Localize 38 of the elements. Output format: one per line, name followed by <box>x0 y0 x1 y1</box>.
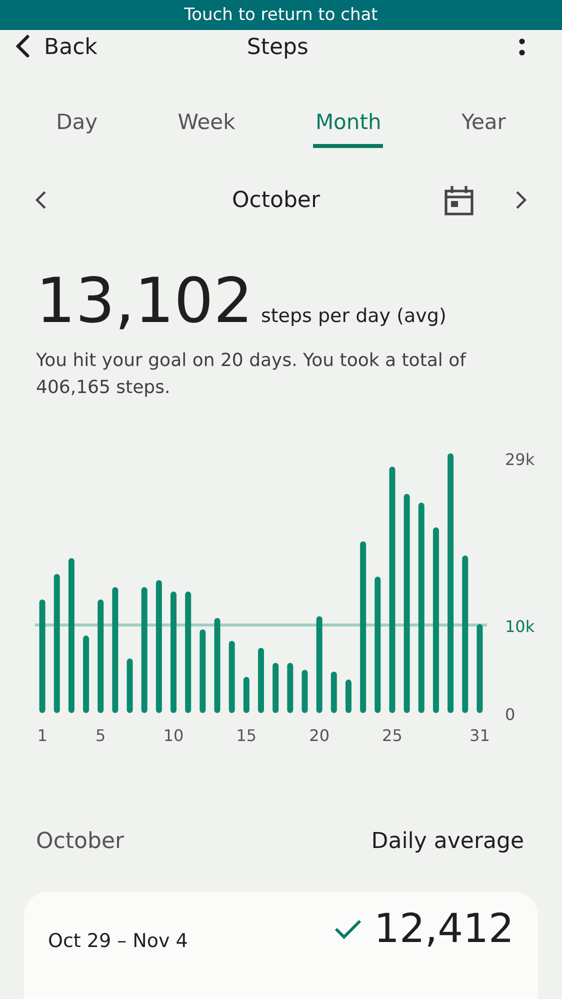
day-label: 10 <box>163 726 184 745</box>
goal-summary: You hit your goal on 20 days. You took a total of 406,165 steps. <box>36 349 468 400</box>
return-banner[interactable]: Touch to return to chat <box>0 0 562 30</box>
step-bar <box>272 662 279 713</box>
page-title: Steps <box>246 34 308 60</box>
next-icon[interactable] <box>514 189 528 211</box>
day-label: 25 <box>382 726 402 745</box>
period-tab[interactable]: Day <box>54 106 100 148</box>
step-bar <box>287 662 294 713</box>
day-label: 31 <box>470 726 490 745</box>
step-bar <box>302 670 308 713</box>
day-label: 5 <box>96 726 106 745</box>
step-bar <box>126 658 133 713</box>
previous-icon[interactable] <box>34 189 48 211</box>
step-bar <box>345 680 352 713</box>
average-steps: 13,102 <box>36 264 253 337</box>
day-label: 1 <box>37 726 48 745</box>
step-bar <box>330 672 337 713</box>
day-label: 15 <box>236 726 257 745</box>
section-title: October <box>36 829 124 854</box>
step-bar <box>258 648 264 713</box>
back-button[interactable]: Back <box>44 34 98 60</box>
period-tab[interactable]: Year <box>459 106 508 148</box>
back-icon[interactable] <box>14 34 30 60</box>
period-tab[interactable]: Week <box>176 106 238 148</box>
period-tab[interactable]: Month <box>313 106 384 148</box>
week-average: 12,412 <box>374 906 514 952</box>
step-bar <box>243 676 250 713</box>
axis-label: 0 <box>505 705 516 724</box>
goal-label: 10k <box>505 617 535 636</box>
column-label: Daily average <box>371 829 524 854</box>
average-unit: steps per day (avg) <box>260 305 446 327</box>
calendar-icon[interactable] <box>444 184 474 216</box>
axis-label: 29k <box>505 450 535 469</box>
month-label: October <box>230 188 322 212</box>
week-range: Oct 29 – Nov 4 <box>48 929 188 952</box>
day-label: 20 <box>309 726 330 745</box>
week-card[interactable]: Oct 29 – Nov 4 12,412 <box>24 892 538 999</box>
